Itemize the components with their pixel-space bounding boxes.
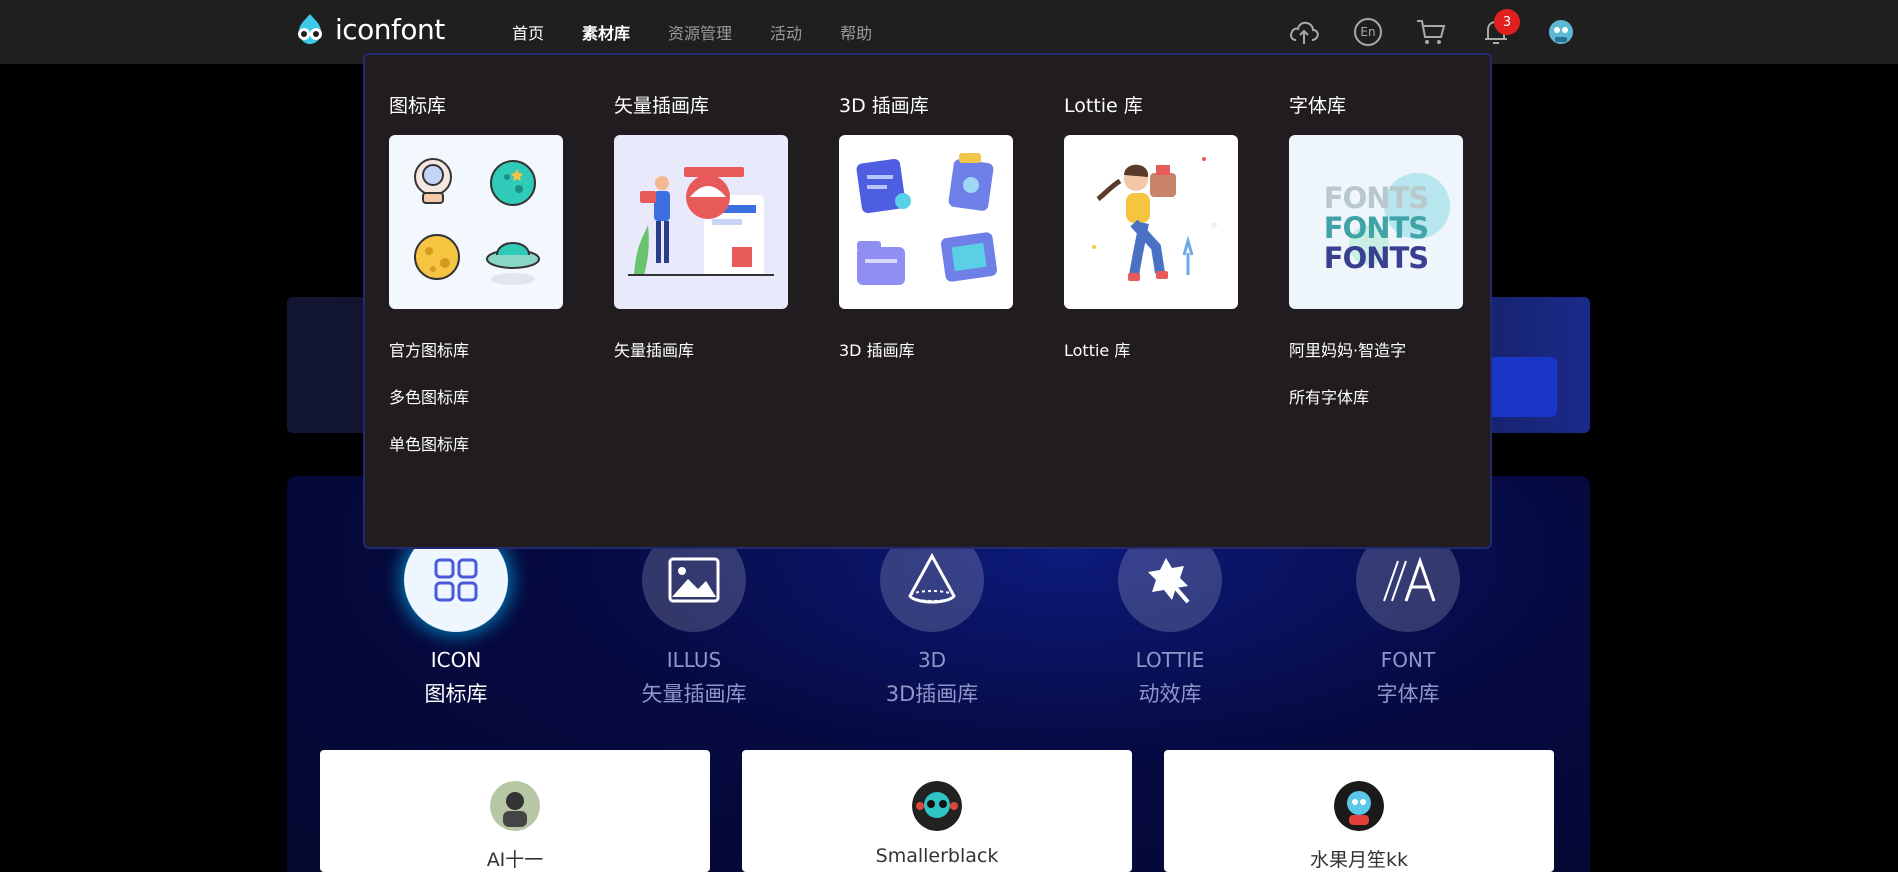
vector-illustration-art xyxy=(628,167,774,276)
dropdown-column-title[interactable]: 矢量插画库 xyxy=(614,91,794,117)
creator-card[interactable]: Smallerblack xyxy=(742,750,1132,872)
category-lottie[interactable]: LOTTIE 动效库 xyxy=(1075,528,1265,708)
nav-home[interactable]: 首页 xyxy=(512,20,544,44)
user-avatar[interactable] xyxy=(1545,16,1577,48)
category-en-label: ICON xyxy=(430,648,482,672)
language-toggle[interactable]: En xyxy=(1352,16,1384,48)
category-3d[interactable]: 3D 3D插画库 xyxy=(837,528,1027,708)
creator-card[interactable]: 水果月笙kk xyxy=(1164,750,1554,872)
category-en-label: ILLUS xyxy=(666,648,722,672)
link-all-fonts[interactable]: 所有字体库 xyxy=(1289,384,1469,407)
3d-illustration-thumbnail[interactable] xyxy=(839,135,1013,309)
category-icon[interactable]: ICON 图标库 xyxy=(361,528,551,708)
nav-events[interactable]: 活动 xyxy=(770,20,802,44)
font-a-icon xyxy=(1383,556,1436,602)
category-en-label: LOTTIE xyxy=(1135,648,1205,672)
lottie-girl-illustration xyxy=(1092,157,1217,281)
link-3d-illustrations[interactable]: 3D 插画库 xyxy=(839,337,1019,360)
category-cn-label: 图标库 xyxy=(424,682,488,706)
link-monochrome-icons[interactable]: 单色图标库 xyxy=(389,431,569,454)
dropdown-links: Lottie 库 xyxy=(1064,337,1244,360)
notification-badge: 3 xyxy=(1494,9,1520,35)
dropdown-column-title[interactable]: 图标库 xyxy=(389,91,569,117)
nav-resource-management[interactable]: 资源管理 xyxy=(668,20,732,44)
cone-icon xyxy=(908,552,956,604)
3d-documents-art xyxy=(856,153,998,285)
creator-name: 水果月笙kk xyxy=(1309,849,1408,871)
category-cn-label: 矢量插画库 xyxy=(641,682,747,706)
dropdown-column-fonts: 字体库 FONTS FONTS FONTS 阿里妈妈·智造字 所有字体库 xyxy=(1289,91,1469,431)
creator-avatar-icon xyxy=(1334,781,1384,831)
dropdown-links: 阿里妈妈·智造字 所有字体库 xyxy=(1289,337,1469,407)
category-en-label: FONT xyxy=(1380,648,1436,672)
vector-illustration-thumbnail[interactable] xyxy=(614,135,788,309)
link-alimama-font[interactable]: 阿里妈妈·智造字 xyxy=(1289,337,1469,360)
banner-decoration xyxy=(1487,357,1557,417)
category-illus[interactable]: ILLUS 矢量插画库 xyxy=(599,528,789,708)
font-library-thumbnail[interactable]: FONTS FONTS FONTS xyxy=(1289,135,1463,309)
fonts-wordmark: FONTS FONTS FONTS xyxy=(1289,183,1463,273)
creator-name: AI十一 xyxy=(486,849,544,871)
dropdown-column-lottie: Lottie 库 Lottie 库 xyxy=(1064,91,1244,384)
creator-name: Smallerblack xyxy=(875,845,999,867)
dropdown-column-illustrations: 矢量插画库 矢量插画库 xyxy=(614,91,794,384)
link-lottie[interactable]: Lottie 库 xyxy=(1064,337,1244,360)
icon-library-thumbnail[interactable] xyxy=(389,135,563,309)
dropdown-links: 3D 插画库 xyxy=(839,337,1019,360)
category-cn-label: 动效库 xyxy=(1138,682,1202,706)
dropdown-column-title[interactable]: Lottie 库 xyxy=(1064,91,1244,117)
dropdown-column-title[interactable]: 字体库 xyxy=(1289,91,1469,117)
creator-avatar-icon xyxy=(490,781,540,831)
cart-icon[interactable] xyxy=(1415,16,1447,48)
nav-help[interactable]: 帮助 xyxy=(840,20,872,44)
fonts-line-3: FONTS xyxy=(1323,241,1429,275)
sparkle-icon xyxy=(1148,558,1190,604)
upload-icon[interactable] xyxy=(1288,16,1320,48)
dropdown-column-3d: 3D 插画库 3D 插画库 xyxy=(839,91,1019,384)
category-font[interactable]: FONT 字体库 xyxy=(1313,528,1503,708)
iconfont-logo-icon xyxy=(298,14,322,44)
category-cn-label: 3D插画库 xyxy=(885,682,979,706)
brand-name: iconfont xyxy=(335,12,445,46)
link-multicolor-icons[interactable]: 多色图标库 xyxy=(389,384,569,407)
lottie-thumbnail[interactable] xyxy=(1064,135,1238,309)
category-en-label: 3D xyxy=(917,648,947,672)
grid-icon xyxy=(434,558,478,602)
avatar-icon xyxy=(1549,20,1573,44)
space-icons-illustration xyxy=(414,158,540,285)
brand-logo[interactable]: iconfont xyxy=(291,12,445,46)
category-cn-label: 字体库 xyxy=(1376,682,1440,706)
fonts-line-2: FONTS xyxy=(1323,211,1429,245)
creator-card[interactable]: AI十一 xyxy=(320,750,710,872)
image-icon xyxy=(668,557,720,603)
dropdown-links: 官方图标库 多色图标库 单色图标库 xyxy=(389,337,569,454)
link-vector-illustrations[interactable]: 矢量插画库 xyxy=(614,337,794,360)
dropdown-column-icons: 图标库 官方图标库 多色图标库 单色图标库 xyxy=(389,91,569,478)
dropdown-links: 矢量插画库 xyxy=(614,337,794,360)
nav-assets[interactable]: 素材库 xyxy=(582,20,630,44)
link-official-icons[interactable]: 官方图标库 xyxy=(389,337,569,360)
assets-dropdown-menu: 图标库 官方图标库 多色图标库 单色图标库 矢量插画库 矢量插画库 3D 插画库… xyxy=(363,53,1492,549)
language-icon: En xyxy=(1354,18,1382,46)
creator-avatar-icon xyxy=(912,781,962,831)
fonts-line-1: FONTS xyxy=(1323,181,1429,215)
dropdown-column-title[interactable]: 3D 插画库 xyxy=(839,91,1019,117)
